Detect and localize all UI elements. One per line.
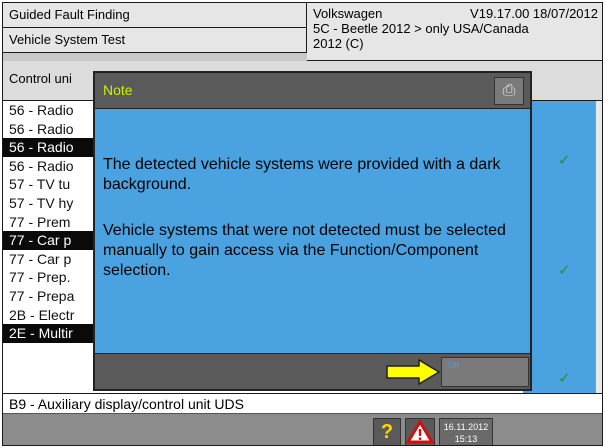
datetime-display: 16.11.2012 15:13 [439, 418, 493, 445]
brand-name: Volkswagen [313, 6, 383, 21]
vehicle-line-2: 2012 (C) [313, 36, 364, 51]
dialog-footer: OK [95, 353, 530, 389]
print-icon: ⎙ [502, 82, 516, 99]
detected-check-icon: ✓ [558, 262, 571, 279]
time: 15:13 [454, 434, 478, 444]
warning-button[interactable] [405, 418, 435, 445]
print-button[interactable]: ⎙ [494, 77, 524, 105]
dialog-paragraph-2: Vehicle systems that were not detected m… [103, 222, 506, 279]
statusbar: ? 16.11.2012 15:13 [3, 413, 602, 445]
list-scrollbar[interactable] [595, 101, 602, 393]
detected-check-icon: ✓ [558, 152, 571, 169]
arrow-right-icon [386, 358, 441, 386]
warning-icon [405, 419, 435, 444]
dialog-message: The detected vehicle systems were provid… [103, 155, 523, 307]
detected-check-icon: ✓ [558, 370, 571, 387]
dialog-title: Note [103, 82, 133, 98]
dialog-paragraph-1: The detected vehicle systems were provid… [103, 156, 501, 193]
header-left: Guided Fault Finding Vehicle System Test [3, 3, 307, 61]
ok-button[interactable]: OK [441, 357, 529, 387]
subtitle: Vehicle System Test [3, 28, 307, 53]
dialog-titlebar: Note ⎙ [95, 73, 530, 109]
help-button[interactable]: ? [373, 418, 401, 445]
status-column [523, 101, 595, 393]
brand-row: Volkswagen V19.17.00 18/07/2012 [313, 6, 598, 21]
note-dialog: Note ⎙ The detected vehicle systems were… [93, 71, 532, 391]
app-window: Guided Fault Finding Vehicle System Test… [2, 2, 603, 446]
version: V19.17.00 18/07/2012 [470, 6, 598, 21]
vehicle-line-1: 5C - Beetle 2012 > only USA/Canada [313, 21, 529, 36]
header-right: Volkswagen V19.17.00 18/07/2012 5C - Bee… [307, 3, 602, 61]
app-title: Guided Fault Finding [3, 3, 307, 28]
list-item[interactable]: B9 - Auxiliary display/control unit UDS [3, 393, 602, 413]
date: 16.11.2012 [443, 422, 489, 432]
